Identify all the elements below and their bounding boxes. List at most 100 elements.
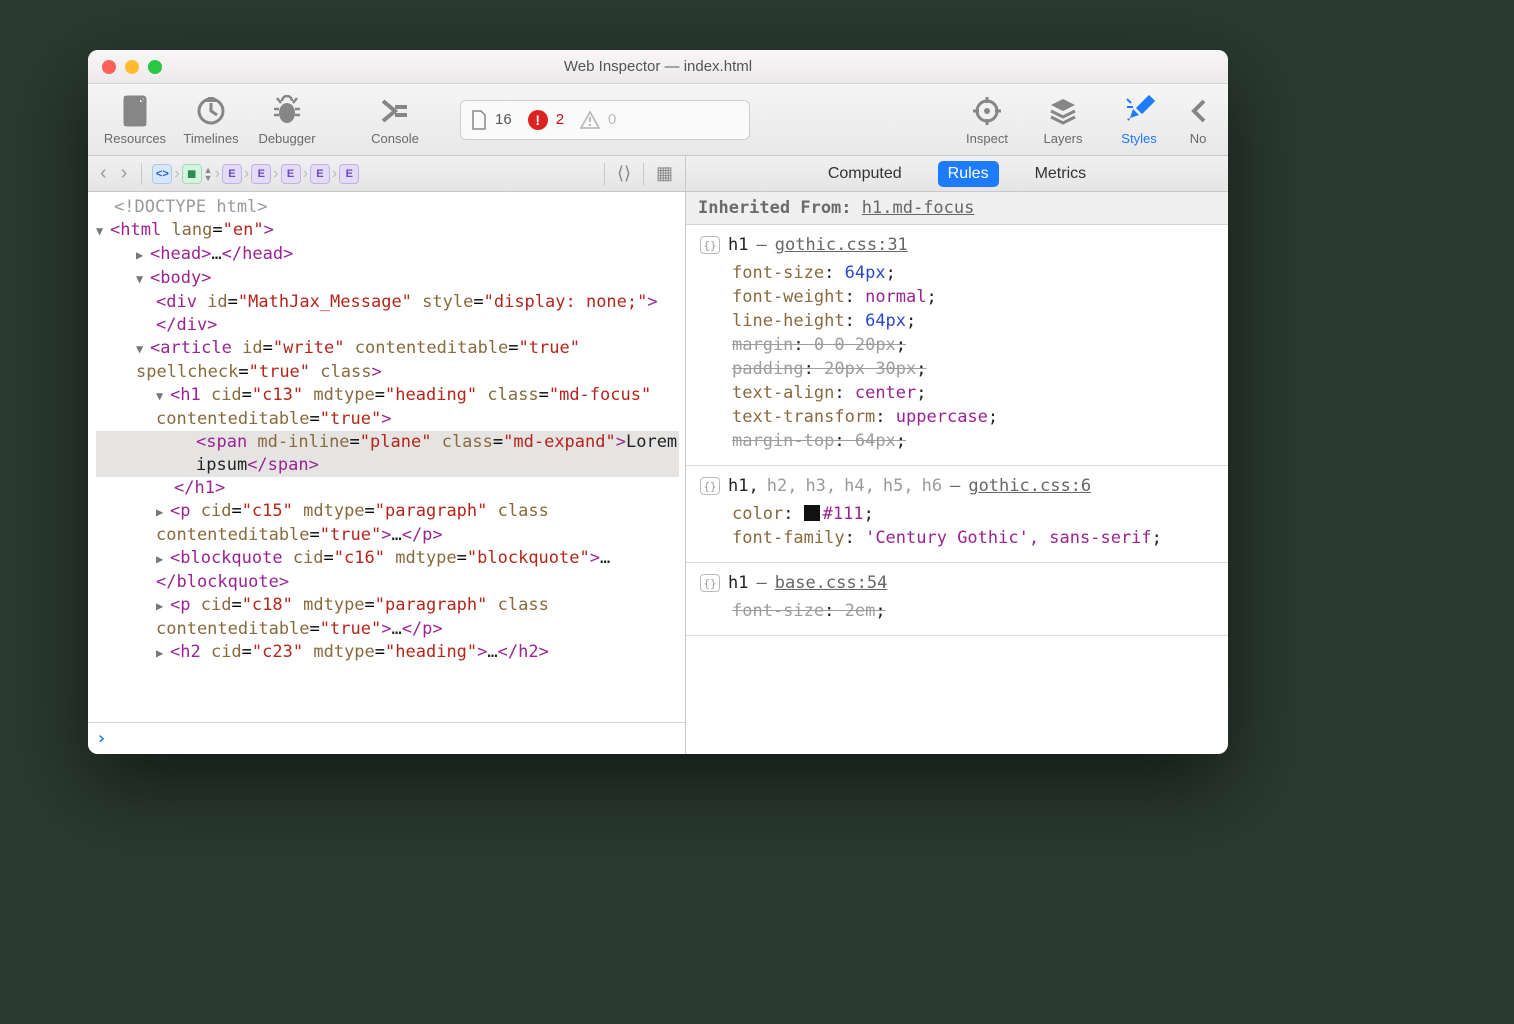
console-tab[interactable]: Console bbox=[360, 93, 430, 146]
css-declaration[interactable]: margin: 0 0 20px; bbox=[700, 333, 1214, 357]
metrics-tab[interactable]: Metrics bbox=[1025, 161, 1097, 187]
debugger-label: Debugger bbox=[258, 131, 315, 146]
web-inspector-window: Web Inspector — index.html Resources Tim… bbox=[88, 50, 1228, 754]
debugger-tab[interactable]: Debugger bbox=[252, 93, 322, 146]
styles-label: Styles bbox=[1121, 131, 1156, 146]
dom-breadcrumb[interactable]: <> › ◼ ▲▼ › E › E › E › E › E bbox=[152, 164, 359, 184]
console-label: Console bbox=[371, 131, 419, 146]
css-declaration[interactable]: padding: 20px 30px; bbox=[700, 357, 1214, 381]
timelines-icon bbox=[193, 93, 229, 129]
error-icon: ! bbox=[528, 110, 548, 130]
dom-node[interactable]: ▶<blockquote cid="c16" mdtype="blockquot… bbox=[96, 547, 679, 594]
styles-tab[interactable]: Styles bbox=[1104, 93, 1174, 146]
status-pill[interactable]: 16 ! 2 0 bbox=[460, 100, 750, 140]
dom-node[interactable]: ▶<p cid="c18" mdtype="paragraph" class c… bbox=[96, 594, 679, 641]
grid-view-icon[interactable]: ▦ bbox=[656, 163, 673, 184]
rule-source-link[interactable]: gothic.css:31 bbox=[775, 235, 908, 255]
titlebar: Web Inspector — index.html bbox=[88, 50, 1228, 84]
truncated-label: No bbox=[1190, 131, 1207, 146]
rule-origin-icon: {} bbox=[700, 236, 720, 254]
breadcrumb-body-icon: ◼ bbox=[182, 164, 202, 184]
css-rule[interactable]: {}h1,h2,h3,h4,h5,h6 — gothic.css:6color:… bbox=[686, 466, 1228, 563]
timelines-label: Timelines bbox=[183, 131, 238, 146]
styles-tabs: Computed Rules Metrics bbox=[686, 156, 1228, 191]
debugger-icon bbox=[269, 93, 305, 129]
error-count[interactable]: ! 2 bbox=[528, 110, 564, 130]
document-icon bbox=[471, 110, 487, 130]
zoom-window-button[interactable] bbox=[148, 60, 162, 74]
log-count[interactable]: 16 bbox=[471, 110, 512, 130]
dom-node-selected[interactable]: <span md-inline="plane" class="md-expand… bbox=[96, 431, 679, 477]
dom-node[interactable]: ▶<p cid="c15" mdtype="paragraph" class c… bbox=[96, 500, 679, 547]
css-selector: h1, bbox=[728, 476, 759, 496]
dom-node[interactable]: ▼<article id="write" contenteditable="tr… bbox=[96, 337, 679, 384]
styles-icon bbox=[1121, 93, 1157, 129]
inherited-from-header: Inherited From: h1.md-focus bbox=[686, 192, 1228, 225]
dom-node[interactable]: ▶<head>…</head> bbox=[96, 243, 679, 267]
main-toolbar: Resources Timelines Debugger Console bbox=[88, 84, 1228, 156]
inherited-from-link[interactable]: h1.md-focus bbox=[862, 198, 975, 218]
breadcrumb-html-icon: <> bbox=[152, 164, 172, 184]
warning-count[interactable]: 0 bbox=[580, 111, 616, 129]
css-selector: h4, bbox=[844, 476, 875, 496]
css-selector: h3, bbox=[805, 476, 836, 496]
warning-icon bbox=[580, 111, 600, 129]
minimize-window-button[interactable] bbox=[125, 60, 139, 74]
dom-node[interactable]: ▼<body> bbox=[96, 267, 679, 291]
code-view-icon[interactable]: ⟨⟩ bbox=[617, 163, 631, 184]
breadcrumb-e-icon: E bbox=[251, 164, 271, 184]
css-selector: h6 bbox=[922, 476, 942, 496]
dom-node[interactable]: </h1> bbox=[96, 477, 679, 500]
truncated-tab[interactable]: No bbox=[1180, 93, 1216, 146]
inspect-icon bbox=[969, 93, 1005, 129]
resources-tab[interactable]: Resources bbox=[100, 93, 170, 146]
inspect-button[interactable]: Inspect bbox=[952, 93, 1022, 146]
breadcrumb-bar: ‹ › <> › ◼ ▲▼ › E › E › E › E › E ⟨⟩ bbox=[88, 156, 686, 191]
rule-source-link[interactable]: gothic.css:6 bbox=[968, 476, 1091, 496]
css-declaration[interactable]: font-family: 'Century Gothic', sans-seri… bbox=[700, 526, 1214, 550]
console-icon bbox=[377, 93, 413, 129]
breadcrumb-stepper[interactable]: ▲▼ bbox=[204, 166, 213, 182]
css-declaration[interactable]: text-align: center; bbox=[700, 381, 1214, 405]
css-selector: h2, bbox=[767, 476, 798, 496]
breadcrumb-e-icon: E bbox=[281, 164, 301, 184]
dom-node[interactable]: <div id="MathJax_Message" style="display… bbox=[96, 291, 679, 337]
nav-back-button[interactable]: ‹ bbox=[96, 162, 111, 185]
css-declaration[interactable]: font-size: 2em; bbox=[700, 599, 1214, 623]
css-selector: h5, bbox=[883, 476, 914, 496]
layers-label: Layers bbox=[1043, 131, 1082, 146]
dom-node[interactable]: ▼<h1 cid="c13" mdtype="heading" class="m… bbox=[96, 384, 679, 431]
css-rule[interactable]: {}h1 — base.css:54font-size: 2em; bbox=[686, 563, 1228, 636]
dom-node[interactable]: ▼<html lang="en"> bbox=[96, 219, 679, 243]
console-prompt-icon: › bbox=[96, 727, 107, 750]
resources-label: Resources bbox=[104, 131, 166, 146]
css-declaration[interactable]: text-transform: uppercase; bbox=[700, 405, 1214, 429]
nav-forward-button[interactable]: › bbox=[117, 162, 132, 185]
breadcrumb-e-icon: E bbox=[310, 164, 330, 184]
dom-tree-pane[interactable]: <!DOCTYPE html> ▼<html lang="en"> ▶<head… bbox=[88, 192, 686, 754]
close-window-button[interactable] bbox=[102, 60, 116, 74]
css-declaration[interactable]: font-size: 64px; bbox=[700, 261, 1214, 285]
window-title: Web Inspector — index.html bbox=[88, 58, 1228, 75]
css-selector: h1 bbox=[728, 573, 748, 593]
css-declaration[interactable]: line-height: 64px; bbox=[700, 309, 1214, 333]
css-rule[interactable]: {}h1 — gothic.css:31font-size: 64px;font… bbox=[686, 225, 1228, 466]
dom-node[interactable]: ▶<h2 cid="c23" mdtype="heading">…</h2> bbox=[96, 641, 679, 665]
css-declaration[interactable]: color: #111; bbox=[700, 502, 1214, 526]
styles-pane[interactable]: Inherited From: h1.md-focus {}h1 — gothi… bbox=[686, 192, 1228, 754]
timelines-tab[interactable]: Timelines bbox=[176, 93, 246, 146]
rule-origin-icon: {} bbox=[700, 574, 720, 592]
dom-node[interactable]: <!DOCTYPE html> bbox=[96, 196, 679, 219]
chevron-left-icon bbox=[1180, 93, 1216, 129]
subbar: ‹ › <> › ◼ ▲▼ › E › E › E › E › E ⟨⟩ bbox=[88, 156, 1228, 192]
layers-tab[interactable]: Layers bbox=[1028, 93, 1098, 146]
computed-tab[interactable]: Computed bbox=[818, 161, 912, 187]
css-declaration[interactable]: margin-top: 64px; bbox=[700, 429, 1214, 453]
resources-icon bbox=[117, 93, 153, 129]
css-declaration[interactable]: font-weight: normal; bbox=[700, 285, 1214, 309]
rules-tab[interactable]: Rules bbox=[938, 161, 999, 187]
layers-icon bbox=[1045, 93, 1081, 129]
rule-source-link[interactable]: base.css:54 bbox=[775, 573, 888, 593]
breadcrumb-e-icon: E bbox=[339, 164, 359, 184]
console-prompt-bar[interactable]: › bbox=[88, 722, 685, 754]
